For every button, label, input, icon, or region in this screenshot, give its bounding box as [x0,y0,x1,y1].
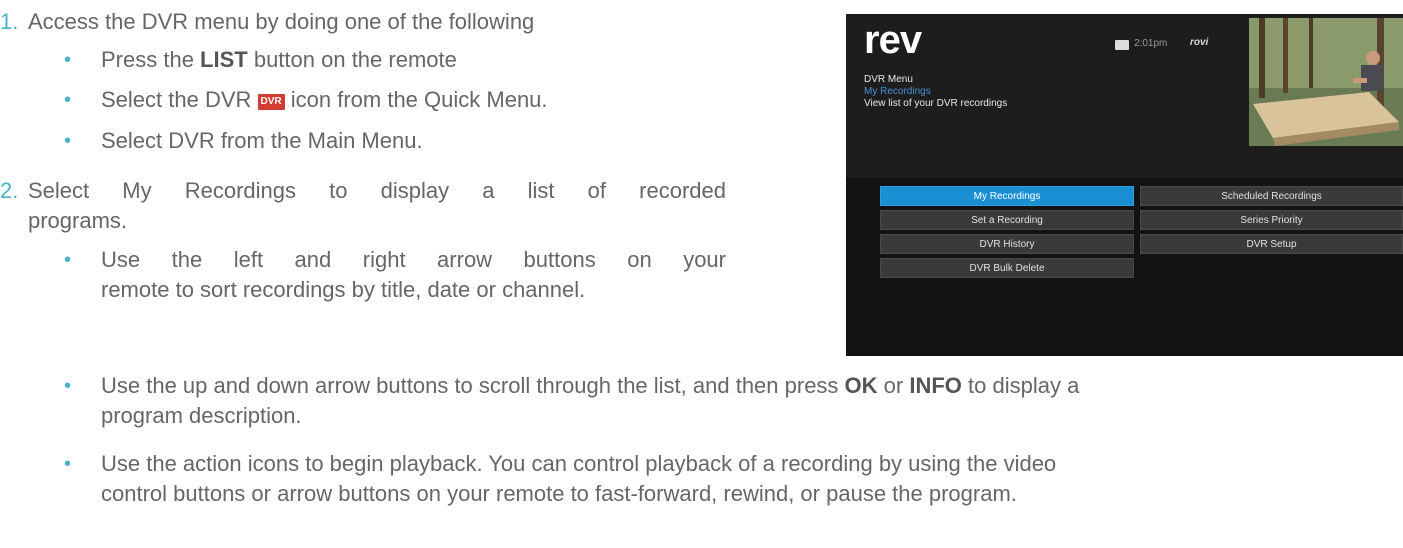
bullet-icon: • [64,375,72,397]
dvr-menu-screenshot: rev 2:01pm rovi DVR Menu My Recordings V… [846,14,1403,356]
step-2-bullet-2-line2: program description. [101,403,302,428]
step-1-bullet-2: Select the DVR DVR icon from the Quick M… [101,87,548,112]
step-2-bullet-2-line1: Use the up and down arrow buttons to scr… [101,373,1080,398]
step-1-bullet-1: Press the LIST button on the remote [101,47,457,72]
step-1-text: Access the DVR menu by doing one of the … [28,9,535,34]
bullet-icon: • [64,130,72,152]
step-2-bullet-3-line1: Use the action icons to begin playback. … [101,451,1057,476]
step-2-text-line2: programs. [28,208,128,233]
tv-btn-series-priority[interactable]: Series Priority [1140,210,1403,230]
tv-btn-set-recording[interactable]: Set a Recording [880,210,1134,230]
step-1-number: 1. [0,9,19,34]
tv-btn-dvr-history[interactable]: DVR History [880,234,1134,254]
tv-breadcrumb: My Recordings [864,86,931,97]
tv-btn-dvr-bulk-delete[interactable]: DVR Bulk Delete [880,258,1134,278]
step-2-bullet-1-line2: remote to sort recordings by title, date… [101,277,586,302]
list-button-label: LIST [200,47,248,72]
video-preview-thumbnail [1249,18,1403,146]
tv-clock: 2:01pm [1134,38,1168,49]
mail-icon [1115,40,1129,50]
bullet-icon: • [64,49,72,71]
step-1-bullet-3: Select DVR from the Main Menu. [101,128,423,153]
rovi-logo: rovi [1190,37,1209,48]
bullet-icon: • [64,249,72,271]
ok-button-label: OK [844,373,878,398]
bullet-icon: • [64,453,72,475]
step-2-bullet-3-line2: control buttons or arrow buttons on your… [101,481,1017,506]
step-2-number: 2. [0,178,19,203]
info-button-label: INFO [909,373,962,398]
step-2-bullet-1-line1: Use the left and right arrow buttons on … [101,247,726,272]
tv-btn-scheduled-recordings[interactable]: Scheduled Recordings [1140,186,1403,206]
tv-btn-dvr-setup[interactable]: DVR Setup [1140,234,1403,254]
step-2-text-line1: Select My Recordings to display a list o… [28,178,726,203]
tv-menu-description: View list of your DVR recordings [864,98,1008,109]
tv-menu-title: DVR Menu [864,74,913,85]
bullet-icon: • [64,89,72,111]
rev-logo: rev [864,18,922,62]
dvr-icon: DVR [257,94,285,110]
tv-btn-my-recordings[interactable]: My Recordings [880,186,1134,206]
